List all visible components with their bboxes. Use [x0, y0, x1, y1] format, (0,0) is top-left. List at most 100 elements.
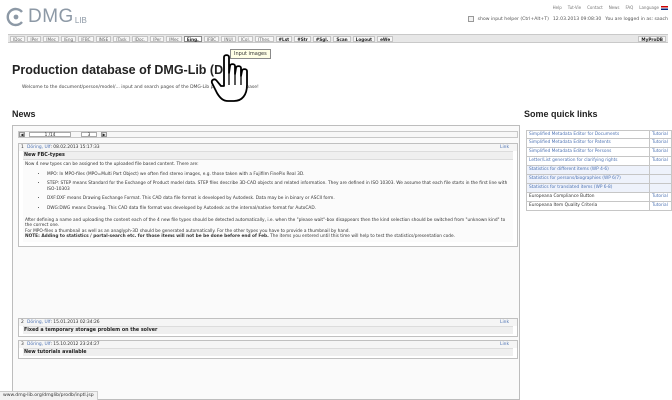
- menu-item-sgl[interactable]: #Sgl.: [312, 35, 332, 42]
- tutorial-link[interactable]: Tutorial: [649, 131, 671, 138]
- news-item-link[interactable]: Link: [500, 342, 509, 347]
- news-item-author[interactable]: Döring, Ulf: [27, 145, 50, 150]
- tutorial-link[interactable]: [649, 184, 671, 192]
- news-item: 2 Döring, Ulf : 15.01.2013 02:34:26 Link…: [18, 318, 518, 337]
- hand-pointer-cursor-icon: [210, 53, 254, 105]
- news-item: 3 Döring, Ulf : 15.10.2012 23:24:27 Link…: [18, 340, 518, 359]
- news-item-title: New FBC-types: [23, 151, 513, 159]
- quick-link-row: Statistics for persons/biographies (WP 6…: [526, 175, 672, 184]
- news-item-date: : 08.02.2013 15:17:33: [50, 145, 100, 150]
- logout-button[interactable]: Logout: [352, 35, 376, 42]
- login-status: You are logged in as: saach: [605, 16, 668, 22]
- dmg-lib-logo[interactable]: DMG LIB: [6, 5, 87, 27]
- main-menubar: IDoc IPer IMec IEng IFBC INSE ITask IDoc…: [8, 34, 668, 43]
- news-pager: ◀ 1 /14 3 ▶: [18, 131, 518, 138]
- note-text: The items you entered until this time wi…: [268, 234, 456, 240]
- news-item-date: : 15.01.2013 02:34:26: [50, 320, 100, 325]
- quick-link[interactable]: Europeana Item Quality Criteria: [527, 202, 649, 210]
- quick-link[interactable]: Europeana Compliance Button: [527, 193, 649, 201]
- logo-subtext: LIB: [74, 16, 87, 25]
- menu-item-ifbc-search[interactable]: IFBC: [203, 35, 220, 42]
- news-item-title: New tutorials available: [23, 348, 513, 356]
- menu-item-eing-images[interactable]: Eing.: [183, 35, 202, 42]
- input-helper-checkbox[interactable]: [467, 16, 474, 22]
- tutorial-link[interactable]: [649, 166, 671, 174]
- menu-item-idoc-search[interactable]: IDoc.: [131, 35, 149, 42]
- news-item-meta: 1 Döring, Ulf : 08.02.2013 15:17:33 Link: [19, 144, 517, 151]
- menu-item-iper-search[interactable]: IPer: [150, 35, 165, 42]
- news-link[interactable]: News: [609, 5, 620, 10]
- news-item-link[interactable]: Link: [500, 320, 509, 325]
- news-item-author[interactable]: Döring, Ulf: [27, 342, 50, 347]
- news-item-paragraph: After defining a name and uploading the …: [25, 217, 506, 229]
- menu-item-idoc[interactable]: IDoc: [10, 35, 26, 42]
- logo-text: DMG: [28, 6, 74, 27]
- list-item: STEP: STEP means Standard for the Exchan…: [47, 181, 511, 192]
- quick-link-row: Statistics for different items (WP 4-6): [526, 166, 672, 175]
- fbc-types-list: MPO: In MPO-files (MPO=Multi Part Object…: [47, 172, 511, 212]
- input-helper-label: show input helper (Ctrl+Alt+T): [477, 16, 549, 22]
- news-item-note: NOTE: Adding to statistics / portal-sear…: [25, 234, 511, 240]
- quick-link[interactable]: Statistics for persons/biographies (WP 6…: [527, 175, 649, 183]
- my-prodb-button[interactable]: MyProDB: [638, 35, 666, 42]
- menu-item-ithes[interactable]: IThes.: [254, 35, 274, 42]
- top-links: Help Tut-Vie Contact News FAQ Language: [553, 5, 668, 10]
- tutorial-video-link[interactable]: Tut-Vie: [568, 5, 581, 10]
- quick-link[interactable]: Simplified Metadata Editor for Persons: [527, 148, 649, 156]
- page-indicator[interactable]: 1 /14: [29, 132, 71, 137]
- tutorial-link[interactable]: Tutorial: [649, 202, 671, 210]
- quick-links-table: Simplified Metadata Editor for Documents…: [526, 130, 672, 211]
- quick-link[interactable]: Simplified Metadata Editor for Patents: [527, 139, 649, 147]
- menu-item-ifbc[interactable]: IFBC: [78, 35, 94, 42]
- contact-link[interactable]: Contact: [587, 5, 603, 10]
- news-item-body: Now 4 new types can be assigned to the u…: [23, 159, 513, 242]
- current-datetime: 12.03.2013 09:08:30: [552, 16, 602, 22]
- quick-link-row: Europeana Item Quality Criteria Tutorial: [526, 202, 672, 211]
- quick-link-row: Europeana Compliance Button Tutorial: [526, 193, 672, 202]
- tutorial-link[interactable]: Tutorial: [649, 157, 671, 165]
- news-item: 1 Döring, Ulf : 08.02.2013 15:17:33 Link…: [18, 143, 518, 247]
- next-page-button[interactable]: ▶: [101, 132, 107, 137]
- menu-item-inse[interactable]: INSE: [95, 35, 112, 42]
- quick-link[interactable]: Statistics for translated items (WP 6-8): [527, 184, 649, 192]
- menu-item-imec-search[interactable]: IMec: [166, 35, 182, 42]
- quick-link[interactable]: Statistics for different items (WP 4-6): [527, 166, 649, 174]
- faq-link[interactable]: FAQ: [626, 5, 634, 10]
- menu-item-ewe[interactable]: eWe: [377, 35, 394, 42]
- news-heading: News: [12, 109, 36, 119]
- tutorial-link[interactable]: Tutorial: [649, 139, 671, 147]
- items-per-page-input[interactable]: 3: [81, 132, 97, 137]
- quick-links-heading: Some quick links: [524, 109, 598, 119]
- menu-item-scan[interactable]: Scan: [333, 35, 351, 42]
- menu-item-inui[interactable]: INUI: [221, 35, 236, 42]
- quick-link-row: Simplified Metadata Editor for Documents…: [526, 130, 672, 139]
- tutorial-link[interactable]: Tutorial: [649, 148, 671, 156]
- language-link[interactable]: Language: [639, 5, 668, 10]
- prev-page-button[interactable]: ◀: [19, 132, 25, 137]
- news-item-meta: 2 Döring, Ulf : 15.01.2013 02:34:26 Link: [19, 319, 517, 326]
- quick-link-row: Simplified Metadata Editor for Patents T…: [526, 139, 672, 148]
- list-item: DWG:DWG means Drawing. This CAD data fil…: [47, 206, 511, 212]
- menu-item-str[interactable]: #Str: [294, 35, 311, 42]
- list-item: MPO: In MPO-files (MPO=Multi Part Object…: [47, 172, 511, 178]
- menu-item-itask[interactable]: ITask: [113, 35, 130, 42]
- menu-item-imec[interactable]: IMec: [43, 35, 59, 42]
- news-item-title: Fixed a temporary storage problem on the…: [23, 326, 513, 334]
- news-item-link[interactable]: Link: [500, 145, 509, 150]
- tutorial-link[interactable]: [649, 175, 671, 183]
- quick-link[interactable]: Letter/List generation for clarifying ri…: [527, 157, 649, 165]
- helper-row: show input helper (Ctrl+Alt+T) 12.03.201…: [467, 16, 668, 22]
- menu-item-iper[interactable]: IPer: [27, 35, 42, 42]
- quick-link[interactable]: Simplified Metadata Editor for Documents: [527, 131, 649, 138]
- menu-item-ieng[interactable]: IEng: [60, 35, 77, 42]
- flag-icon: [661, 5, 668, 10]
- menu-item-lst[interactable]: #Lst: [275, 35, 293, 42]
- status-bar-url: www.dmg-lib.org/dmglib/prodb/inptl.jsp: [0, 391, 98, 400]
- tutorial-link[interactable]: Tutorial: [649, 193, 671, 201]
- page-title: Production database of DMG-Lib (DB): [12, 63, 237, 77]
- help-link[interactable]: Help: [553, 5, 562, 10]
- menu-item-icol[interactable]: ICol.: [237, 35, 253, 42]
- news-item-author[interactable]: Döring, Ulf: [27, 320, 50, 325]
- news-item-intro: Now 4 new types can be assigned to the u…: [25, 162, 199, 167]
- quick-link-row: Simplified Metadata Editor for Persons T…: [526, 148, 672, 157]
